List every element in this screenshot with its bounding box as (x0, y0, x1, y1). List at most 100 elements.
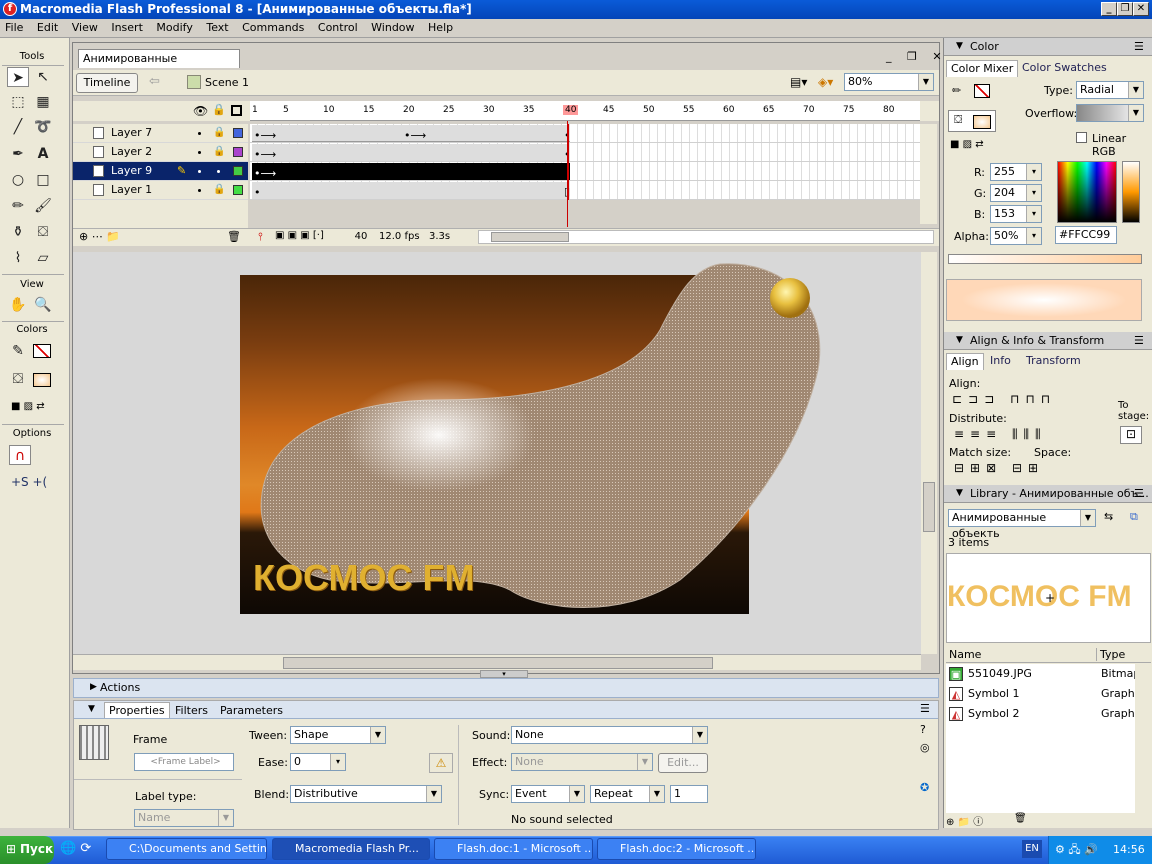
menu-help[interactable]: Help (423, 19, 458, 37)
insert-layer-icon[interactable]: ⊕ ⋯ 📁 (79, 230, 120, 243)
brush-tool-icon[interactable]: 🖌 (32, 196, 54, 216)
overflow-select[interactable]: ▼ (1076, 104, 1144, 122)
hand-tool-icon[interactable]: ✋ (7, 295, 29, 315)
doc-window-controls[interactable]: _ ❐ ✕ (886, 50, 948, 63)
task-explorer[interactable]: C:\Documents and Settin... (106, 838, 267, 860)
pen-tool-icon[interactable]: ✒ (7, 144, 29, 164)
edit-symbols-icon[interactable]: ◈▾ (818, 75, 833, 89)
tab-properties[interactable]: Properties (104, 702, 170, 718)
label-type-select[interactable]: Name ▼ (134, 809, 234, 827)
layer-name[interactable]: Layer 9 (111, 162, 152, 180)
paint-bucket-icon[interactable]: ⛋ (32, 222, 54, 242)
task-word-1[interactable]: Flash.doc:1 - Microsoft ... (434, 838, 593, 860)
task-word-2[interactable]: Flash.doc:2 - Microsoft ... (597, 838, 756, 860)
eye-icon[interactable]: 👁 (193, 104, 208, 118)
library-panel-header[interactable]: ▼ Library - Анимированные объ... ☰ (944, 485, 1152, 503)
lock-icon[interactable]: 🔒 (212, 103, 226, 116)
new-library-icon[interactable]: ⧉ (1130, 510, 1138, 524)
help-icon[interactable]: ? (920, 723, 926, 736)
tween-select[interactable]: Shape ▼ (290, 726, 386, 744)
tab-parameters[interactable]: Parameters (220, 704, 283, 717)
smooth-straighten-icons[interactable]: +S +( (11, 475, 47, 489)
outline-icon[interactable] (231, 105, 242, 116)
tween-span[interactable]: •⟶• (252, 144, 571, 161)
back-arrow-icon[interactable]: ⇦ (149, 74, 160, 89)
fill-transform-icon[interactable]: ▦ (32, 92, 54, 112)
mixer-stroke-swatch[interactable] (974, 84, 990, 98)
column-name[interactable]: Name (949, 648, 981, 661)
fill-color-icon[interactable]: ⛋ (7, 369, 29, 389)
text-tool-icon[interactable]: A (32, 144, 54, 164)
r-input[interactable]: 255 ▾ (990, 163, 1042, 181)
list-item[interactable]: ◭ Symbol 2 Graphic (946, 704, 1151, 724)
repeat-count-input[interactable]: 1 (670, 785, 708, 803)
color-default-icons[interactable]: ■ ▨ ⇄ (11, 401, 45, 412)
alpha-input[interactable]: 50% ▾ (990, 227, 1042, 245)
delete-layer-icon[interactable]: 🗑 (227, 230, 241, 243)
tab-color-mixer[interactable]: Color Mixer (946, 60, 1019, 77)
lasso-tool-icon[interactable]: ➰ (32, 117, 54, 137)
warning-icon[interactable]: ⚠ (429, 753, 453, 773)
motion-tween[interactable]: •⟶•⟶• (252, 125, 571, 142)
stroke-pencil-icon[interactable]: ✏ (952, 84, 961, 97)
free-transform-icon[interactable]: ⬚ (7, 92, 29, 112)
snap-magnet-icon[interactable]: ∩ (9, 445, 31, 465)
timeline-vscroll[interactable] (920, 124, 937, 224)
menu-view[interactable]: View (67, 19, 103, 37)
color-panel-header[interactable]: ▼ Color ☰ (944, 38, 1152, 56)
g-input[interactable]: 204 ▾ (990, 184, 1042, 202)
layer-row[interactable]: Layer 7 🔒 (73, 124, 248, 143)
tray-icons[interactable]: ⚙ 🖧 🔊 (1055, 836, 1098, 863)
eyedropper-icon[interactable]: ⌇ (7, 248, 29, 268)
rectangle-tool-icon[interactable]: □ (32, 170, 54, 190)
frames-grid[interactable]: •⟶•⟶• •⟶• •⟶ •▯ (250, 124, 920, 200)
minimize-button[interactable]: _ (1101, 2, 1117, 16)
tab-filters[interactable]: Filters (175, 704, 208, 717)
tab-info[interactable]: Info (986, 353, 1015, 370)
task-flash[interactable]: Macromedia Flash Pr... (272, 838, 430, 860)
document-tab[interactable]: Анимированные объекты.fla* (78, 49, 240, 83)
effect-select[interactable]: None ▼ (511, 753, 653, 771)
sync-select[interactable]: Event ▼ (511, 785, 585, 803)
shape-tween-selected[interactable]: •⟶ (252, 163, 570, 180)
onion-skin-icons[interactable]: ▣ ▣ ▣ [·] (275, 230, 324, 241)
zoom-select[interactable]: 80% ▼ (844, 73, 934, 91)
accessibility-icon[interactable]: ✪ (920, 781, 929, 794)
zoom-tool-icon[interactable]: 🔍 (32, 295, 54, 315)
frame-ruler[interactable]: 1 5 10 15 20 25 30 35 40 45 50 55 60 65 … (250, 101, 920, 121)
layer-row[interactable]: Layer 2 🔒 (73, 143, 248, 162)
subselection-tool-icon[interactable]: ↖ (32, 67, 54, 87)
type-select[interactable]: Radial ▼ (1076, 81, 1144, 99)
tab-color-swatches[interactable]: Color Swatches (1018, 60, 1111, 77)
stage-logo-text[interactable]: КОСМОС FM (253, 557, 474, 599)
list-item[interactable]: ▣ 551049.JPG Bitmap (946, 664, 1151, 684)
to-stage-button[interactable]: ⊡ (1120, 426, 1142, 444)
restore-button[interactable]: ❐ (1117, 2, 1133, 16)
layer-color-box[interactable] (233, 147, 243, 157)
menu-commands[interactable]: Commands (237, 19, 309, 37)
blend-select[interactable]: Distributive ▼ (290, 785, 442, 803)
panel-splitter[interactable]: ▾ (480, 670, 528, 678)
eraser-tool-icon[interactable]: ▱ (32, 248, 54, 268)
stage-hscroll[interactable] (73, 654, 921, 670)
column-type[interactable]: Type (1096, 648, 1125, 661)
pencil-tool-icon[interactable]: ✏ (7, 196, 29, 216)
pin-library-icon[interactable]: ⇆ (1104, 510, 1113, 523)
layer-name[interactable]: Layer 2 (111, 143, 152, 161)
b-input[interactable]: 153 ▾ (990, 205, 1042, 223)
menu-window[interactable]: Window (366, 19, 419, 37)
hex-input[interactable]: #FFCC99 (1055, 226, 1117, 244)
panel-menu-icon[interactable]: ☰ (920, 702, 930, 715)
frame-label-input[interactable]: <Frame Label> (134, 753, 234, 771)
fill-swatch[interactable] (33, 373, 51, 387)
match-space-icons[interactable]: ⊟⊞⊠ ⊟⊞ (954, 461, 1044, 475)
stroke-color-icon[interactable]: ✎ (7, 341, 29, 361)
scene-label[interactable]: Scene 1 (205, 76, 249, 89)
gold-ball[interactable] (770, 278, 810, 318)
menu-text[interactable]: Text (201, 19, 233, 37)
quicklaunch-icons[interactable]: 🌐 ⟳ (60, 841, 91, 856)
align-panel-header[interactable]: ▼ Align & Info & Transform ☰ (944, 332, 1152, 350)
delete-item-icon[interactable]: 🗑 (1014, 813, 1027, 824)
timeline-hscroll[interactable] (478, 230, 934, 244)
language-indicator[interactable]: EN (1022, 840, 1042, 858)
